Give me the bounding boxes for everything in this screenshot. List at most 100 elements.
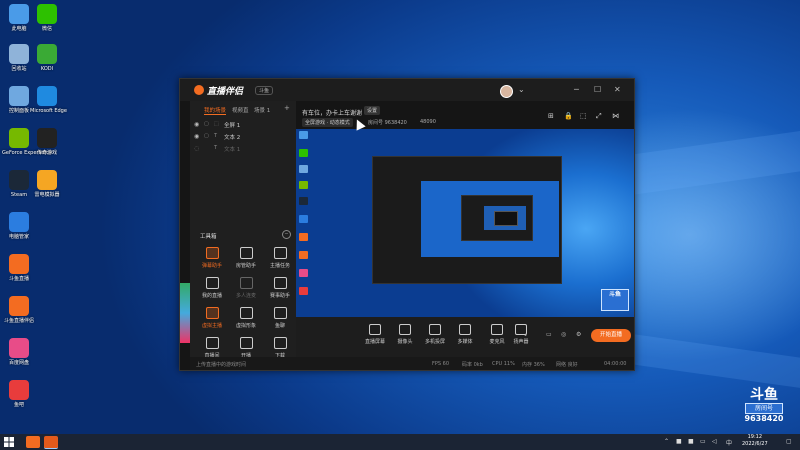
app-icon [37, 170, 57, 190]
desktop-icon[interactable]: Microsoft Edge [30, 86, 67, 114]
tool-button[interactable]: 主播任务 [264, 247, 296, 275]
tab-video[interactable]: 视频直 [232, 106, 249, 114]
add-scene-button[interactable]: + [284, 104, 290, 112]
control-button[interactable]: 多机投屏 [420, 324, 450, 345]
source-row[interactable]: ◉ ▢ ⬚ 全屏 1 [194, 119, 294, 130]
tray-app-icon[interactable]: ■ [676, 438, 682, 445]
control-button[interactable]: 多媒体 [450, 324, 480, 345]
eye-icon[interactable]: ◉ [194, 121, 199, 128]
mode-chip[interactable]: 全屏游戏 · 动态模式 [302, 118, 353, 127]
status-network: 网络 良好 [556, 362, 578, 368]
desktop-icon[interactable]: 斗鱼直播伴侣 [2, 296, 36, 324]
control-button[interactable]: 扬声器 [506, 324, 536, 345]
lock-icon[interactable]: ▢ [204, 121, 209, 127]
desktop-icon-label: KODI [40, 66, 54, 72]
expand-icon[interactable]: ⤢ [596, 112, 602, 121]
desktop-icon[interactable]: 电脑管家 [2, 212, 36, 240]
app-icon [37, 4, 57, 24]
desktop-icon[interactable]: 雷电模拟器 [30, 170, 64, 198]
minimize-button[interactable]: ─ [574, 85, 579, 94]
settings-icon[interactable]: ⚙ [576, 331, 581, 338]
app-logo-icon [194, 85, 204, 95]
desktop-icon-label: Microsoft Edge [30, 108, 67, 114]
preview-desktop-icon [299, 269, 308, 277]
title-bar[interactable]: 直播伴侣 斗鱼 ⌄ ─ ☐ ✕ [180, 79, 634, 101]
tool-label: 主播任务 [269, 263, 290, 269]
tool-label: 弹幕助手 [201, 263, 222, 269]
preview-desktop-icon [299, 287, 308, 295]
app-icon [9, 86, 29, 106]
network-icon[interactable]: ▭ [700, 438, 706, 445]
tab-my-scene[interactable]: 我的场景 [204, 106, 227, 115]
eye-hidden-icon[interactable]: ◌ [194, 145, 199, 152]
tool-button[interactable]: 赛事助手 [264, 277, 296, 305]
notification-icon[interactable]: ▢ [786, 438, 792, 445]
collapse-icon[interactable]: − [282, 230, 291, 239]
desktop-icon[interactable]: KODI [30, 44, 64, 72]
desktop-icon-label: 斗鱼直播伴侣 [3, 318, 34, 324]
lock-icon[interactable]: 🔒 [564, 112, 573, 120]
app-icon [9, 254, 29, 274]
camera-small-icon[interactable]: ▭ [546, 331, 552, 338]
layout-icon[interactable]: ⊞ [548, 112, 554, 120]
eye-icon[interactable]: ◉ [194, 133, 199, 140]
desktop-icon[interactable]: 微信 [30, 4, 64, 32]
desktop-icon[interactable]: 百度网盘 [2, 338, 36, 366]
app-icon [9, 4, 29, 24]
tool-button[interactable]: 虚拟主播 [196, 307, 228, 335]
desktop-icon-label: 鱼吧 [13, 402, 24, 408]
maximize-button[interactable]: ☐ [594, 85, 601, 94]
source-row[interactable]: ◉ ▢ T 文本 2 [194, 131, 294, 142]
taskbar-app-live-companion[interactable] [44, 436, 58, 449]
tool-label: 虚拟形象 [235, 323, 256, 329]
tool-button[interactable]: 虚拟形象 [230, 307, 262, 335]
tool-button[interactable]: 弹幕助手 [196, 247, 228, 275]
app-icon [9, 212, 29, 232]
windows-start-icon[interactable] [4, 437, 14, 447]
app-icon [9, 296, 29, 316]
stream-preview[interactable]: 斗鱼 [296, 129, 634, 317]
desktop-icon[interactable]: 传奇游戏 [30, 128, 64, 156]
tool-button[interactable]: 我的直播 [196, 277, 228, 305]
frame-icon[interactable]: ⬚ [580, 112, 587, 120]
taskbar-app-douyu[interactable] [26, 436, 40, 448]
start-live-button[interactable]: 开始直播 [591, 329, 631, 342]
clock-time: 19:12 [747, 434, 763, 440]
tool-icon [273, 247, 287, 259]
text-source-icon: T [214, 133, 218, 139]
control-icon [399, 324, 411, 335]
announcement-settings-button[interactable]: 设置 [364, 106, 381, 115]
app-icon [37, 128, 57, 148]
desktop-icon-label: 微信 [41, 26, 52, 32]
record-icon[interactable]: ◎ [561, 331, 566, 338]
preview-desktop-icon [299, 233, 308, 241]
desktop-icon[interactable]: 鱼吧 [2, 380, 36, 408]
control-button[interactable]: 摄像头 [390, 324, 420, 345]
tool-button[interactable]: 房管助手 [230, 247, 262, 275]
preview-watermark: 斗鱼 [601, 289, 629, 311]
source-name: 文本 1 [224, 147, 241, 153]
scene-tabs: 我的场景 视频直 场景 1 + [190, 104, 296, 117]
chevron-down-icon[interactable]: ⌄ [518, 85, 525, 94]
clock[interactable]: 19:12 2022/6/27 [742, 434, 768, 448]
control-button[interactable]: 直播屏幕 [360, 324, 390, 345]
volume-icon[interactable]: ◁ [712, 438, 717, 445]
avatar[interactable] [500, 85, 513, 98]
tray-app-icon[interactable]: ■ [688, 438, 694, 445]
close-button[interactable]: ✕ [614, 85, 621, 94]
viewer-count: 48090 [420, 119, 436, 125]
lock-icon[interactable]: ▢ [204, 133, 209, 139]
control-icon [369, 324, 381, 335]
mic-dropdown-icon[interactable]: ⌄ [523, 331, 528, 338]
desktop-icon[interactable]: 斗鱼直播 [2, 254, 36, 282]
tool-label: 房管助手 [235, 263, 256, 269]
tab-scene-1[interactable]: 场景 1 [254, 106, 270, 114]
tool-button[interactable]: 多人连麦 [230, 277, 262, 305]
ime-icon[interactable]: 中 [726, 438, 732, 447]
source-row[interactable]: ◌ T 文本 1 [194, 143, 294, 154]
tool-button[interactable]: 鱼聊 [264, 307, 296, 335]
app-icon [9, 128, 29, 148]
tray-chevron-icon[interactable]: ⌃ [664, 438, 669, 445]
share-icon[interactable]: ⋈ [612, 112, 619, 120]
status-cpu: CPU 11% [492, 361, 515, 367]
